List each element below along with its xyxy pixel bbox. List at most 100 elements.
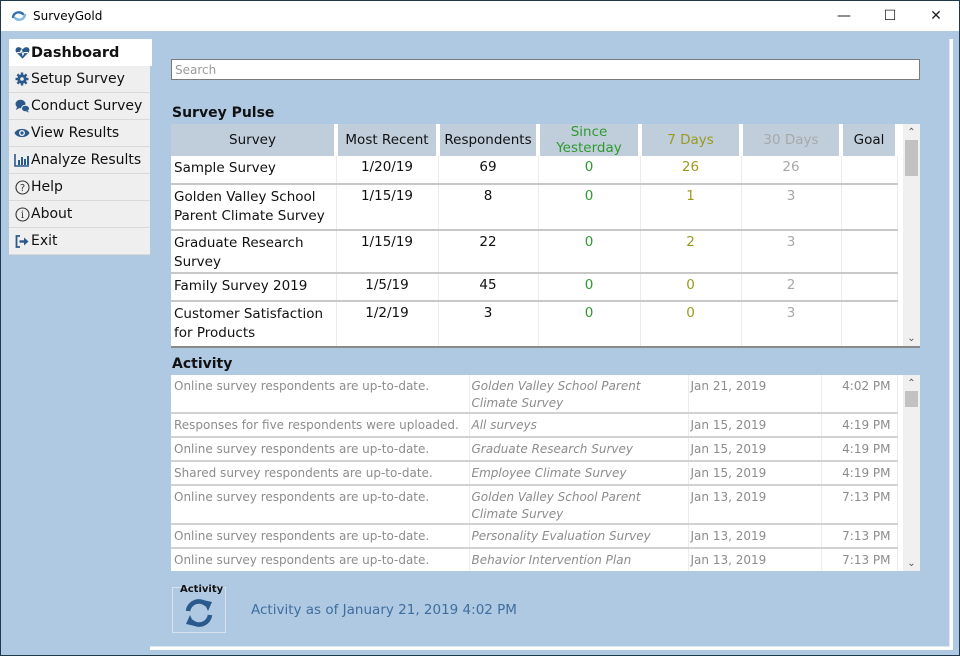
scroll-down-icon[interactable]: ⌄ — [903, 330, 920, 346]
sidebar-item-setup-survey[interactable]: Setup Survey — [9, 66, 150, 93]
sidebar-item-exit[interactable]: Exit — [9, 228, 150, 255]
activity-survey-cell: Employee Climate Survey — [469, 461, 689, 486]
column-header-7-days[interactable]: 7 Days — [640, 124, 743, 156]
list-item[interactable]: Online survey respondents are up-to-date… — [171, 548, 898, 571]
table-row[interactable]: Family Survey 2019 1/5/19 45 0 0 2 — [171, 273, 898, 302]
activity-time-cell: 4:19 PM — [821, 461, 898, 486]
surveygold-logo-icon — [11, 11, 27, 21]
most-recent-cell: 1/2/19 — [336, 301, 439, 346]
sidebar-item-label: Dashboard — [31, 44, 120, 61]
respondents-cell: 3 — [438, 301, 539, 346]
svg-text:i: i — [20, 210, 23, 221]
activity-survey-cell: Golden Valley School Parent Climate Surv… — [469, 375, 689, 414]
table-row[interactable]: Sample Survey 1/20/19 69 0 26 26 — [171, 156, 898, 185]
column-header-since-yesterday[interactable]: Since Yesterday — [538, 124, 642, 156]
since-yesterday-cell: 0 — [538, 273, 641, 302]
activity-survey-cell: All surveys — [469, 413, 689, 438]
respondents-cell: 45 — [438, 273, 539, 302]
goal-cell — [841, 301, 898, 346]
list-item[interactable]: Online survey respondents are up-to-date… — [171, 485, 898, 525]
survey-name-cell: Graduate Research Survey — [171, 230, 337, 274]
survey-name-cell: Customer Satisfaction for Products — [171, 301, 337, 346]
most-recent-cell: 12/22/18 — [336, 347, 438, 348]
column-header-respondents[interactable]: Respondents — [438, 124, 540, 156]
activity-survey-cell: Golden Valley School Parent Climate Surv… — [469, 485, 689, 525]
activity-time-cell: 4:19 PM — [821, 413, 898, 438]
activity-date-cell: Jan 15, 2019 — [688, 437, 822, 462]
table-row[interactable]: Graduate Research Survey 1/15/19 22 0 2 3 — [171, 230, 898, 274]
30-days-cell: 3 — [741, 230, 842, 274]
sidebar-item-about[interactable]: i About — [9, 201, 150, 228]
column-header-30-days[interactable]: 30 Days — [741, 124, 843, 156]
table-row[interactable]: Golden Valley School Parent Climate Surv… — [171, 184, 898, 231]
scroll-thumb[interactable] — [905, 140, 918, 176]
activity-message-cell: Online survey respondents are up-to-date… — [171, 524, 470, 549]
activity-date-cell: Jan 21, 2019 — [688, 375, 822, 414]
activity-status-text: Activity as of January 21, 2019 4:02 PM — [251, 602, 517, 618]
activity-survey-cell: Graduate Research Survey — [469, 437, 689, 462]
since-yesterday-cell: 0 — [538, 301, 641, 346]
goal-cell — [841, 184, 898, 231]
most-recent-cell: 1/5/19 — [336, 273, 439, 302]
refresh-icon[interactable] — [183, 597, 215, 629]
sidebar-item-view-results[interactable]: View Results — [9, 120, 150, 147]
minimize-icon: — — [837, 8, 851, 24]
30-days-cell: 26 — [741, 156, 842, 185]
info-circle-icon: i — [14, 206, 30, 222]
minimize-button[interactable]: — — [821, 1, 867, 31]
list-item[interactable]: Shared survey respondents are up-to-date… — [171, 461, 898, 486]
scroll-up-icon[interactable]: ⌃ — [903, 124, 920, 140]
close-button[interactable]: ✕ — [913, 1, 959, 31]
activity-scrollbar[interactable]: ⌃ ⌄ — [903, 375, 920, 571]
title-bar: SurveyGold — ☐ ✕ — [1, 1, 959, 31]
sidebar-item-dashboard[interactable]: Dashboard — [9, 39, 152, 66]
scroll-thumb[interactable] — [905, 391, 918, 407]
survey-pulse-title: Survey Pulse — [172, 105, 275, 121]
scroll-down-icon[interactable]: ⌄ — [903, 555, 920, 571]
list-item[interactable]: Responses for five respondents were uplo… — [171, 413, 898, 438]
scroll-up-icon[interactable]: ⌃ — [903, 375, 920, 391]
activity-date-cell: Jan 15, 2019 — [688, 461, 822, 486]
survey-name-cell: Golden Valley School Parent Climate Surv… — [171, 184, 337, 231]
activity-time-cell: 4:02 PM — [821, 375, 898, 414]
list-item[interactable]: Online survey respondents are up-to-date… — [171, 524, 898, 549]
activity-survey-cell: Behavior Intervention Plan — [469, 548, 689, 571]
sidebar-item-label: Exit — [31, 233, 58, 249]
respondents-cell: 111 — [438, 347, 538, 348]
goal-cell — [841, 347, 897, 348]
sidebar-item-conduct-survey[interactable]: Conduct Survey — [9, 93, 150, 120]
sidebar-item-analyze-results[interactable]: Analyze Results — [9, 147, 150, 174]
table-row[interactable]: Customer Satisfaction for Products 1/2/19… — [171, 301, 898, 346]
list-item[interactable]: Online survey respondents are up-to-date… — [171, 375, 898, 414]
activity-date-cell: Jan 13, 2019 — [688, 548, 822, 571]
window-title: SurveyGold — [33, 9, 103, 23]
goal-cell — [841, 230, 898, 274]
activity-time-cell: 7:13 PM — [821, 548, 898, 571]
goal-cell — [841, 273, 898, 302]
30-days-cell: 2 — [741, 273, 842, 302]
7-days-cell: 0 — [640, 347, 741, 348]
maximize-button[interactable]: ☐ — [867, 1, 913, 31]
7-days-cell: 0 — [640, 301, 742, 346]
activity-survey-cell: Personality Evaluation Survey — [469, 524, 689, 549]
column-header-survey[interactable]: Survey — [171, 124, 338, 156]
chat-bubbles-icon — [14, 98, 30, 114]
table-row[interactable]: 2018 Jefferson Financial -12/22/18111000 — [171, 347, 897, 348]
pulse-scrollbar[interactable]: ⌃ ⌄ — [903, 124, 920, 346]
activity-time-cell: 7:13 PM — [821, 485, 898, 525]
30-days-cell: 3 — [741, 301, 842, 346]
maximize-icon: ☐ — [883, 8, 897, 24]
sidebar-item-help[interactable]: ? Help — [9, 174, 150, 201]
activity-date-cell: Jan 13, 2019 — [688, 524, 822, 549]
7-days-cell: 26 — [640, 156, 742, 185]
activity-message-cell: Online survey respondents are up-to-date… — [171, 437, 470, 462]
sidebar-item-label: Conduct Survey — [31, 98, 143, 114]
column-header-goal[interactable]: Goal — [841, 124, 899, 156]
sidebar-item-label: Setup Survey — [31, 71, 125, 87]
search-input[interactable] — [171, 59, 920, 80]
list-item[interactable]: Online survey respondents are up-to-date… — [171, 437, 898, 462]
column-header-most-recent[interactable]: Most Recent — [336, 124, 440, 156]
bar-chart-icon — [14, 152, 30, 168]
activity-list: Online survey respondents are up-to-date… — [171, 375, 920, 571]
sidebar-nav: Dashboard Setup Survey Conduct Survey Vi… — [9, 39, 152, 255]
